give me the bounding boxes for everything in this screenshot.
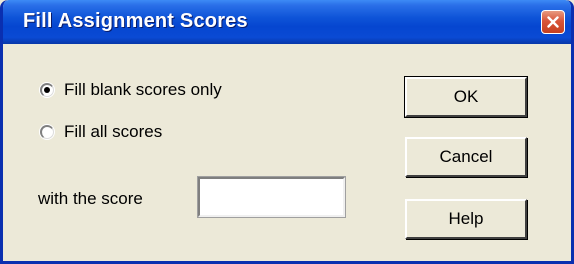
fill-blank-option[interactable]: Fill blank scores only xyxy=(40,78,222,102)
ok-button[interactable]: OK xyxy=(404,76,528,118)
dialog-title: Fill Assignment Scores xyxy=(23,10,248,32)
title-bar[interactable]: Fill Assignment Scores xyxy=(3,0,571,44)
fill-blank-radio[interactable] xyxy=(40,83,54,97)
help-button[interactable]: Help xyxy=(405,199,527,239)
score-input[interactable] xyxy=(197,176,346,218)
fill-all-label: Fill all scores xyxy=(64,122,163,141)
dialog-body: Fill blank scores only Fill all scores w… xyxy=(3,44,571,261)
close-button[interactable] xyxy=(541,10,565,34)
fill-all-radio[interactable] xyxy=(40,125,54,139)
dialog-window: Fill Assignment Scores Fill blank scores… xyxy=(0,0,574,264)
close-icon xyxy=(547,16,559,28)
cancel-button[interactable]: Cancel xyxy=(405,137,527,177)
score-label: with the score xyxy=(38,189,143,208)
fill-blank-label: Fill blank scores only xyxy=(64,80,222,99)
fill-all-option[interactable]: Fill all scores xyxy=(40,120,162,144)
